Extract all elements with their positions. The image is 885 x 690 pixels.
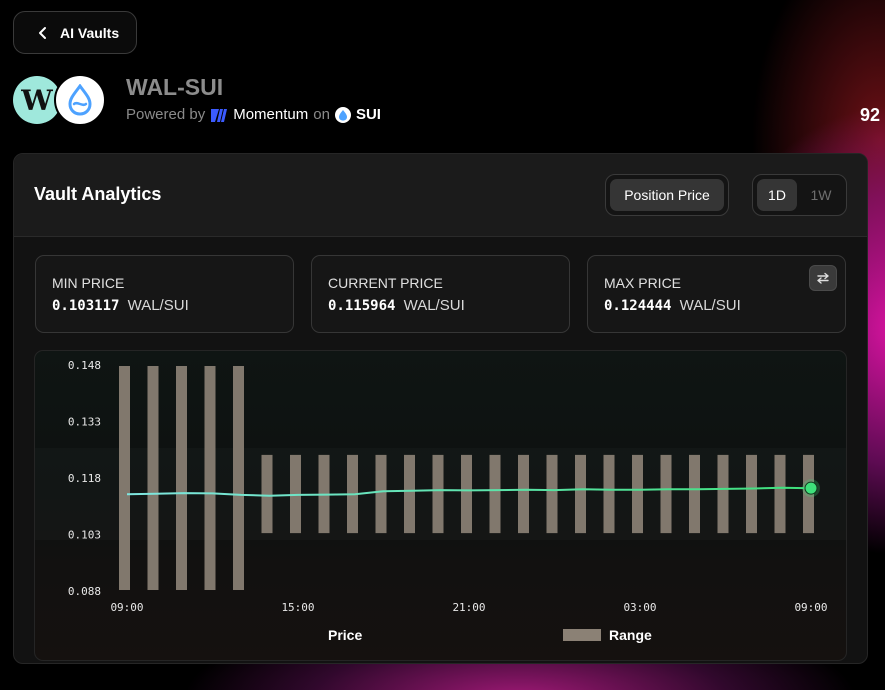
- range-bar: [204, 366, 216, 590]
- y-tick-label: 0.133: [68, 416, 101, 429]
- legend-range-label: Range: [609, 627, 652, 643]
- range-selector: 1D 1W: [752, 174, 847, 216]
- powered-by-line: Powered by Momentum on SUI: [126, 106, 381, 123]
- vault-analytics-card: Vault Analytics Position Price 1D 1W MIN…: [13, 153, 868, 664]
- position-price-chart: 0.148 0.133 0.118 0.103 0.088 09:00 15:00 21:00…: [34, 350, 847, 661]
- y-tick-label: 0.088: [68, 585, 101, 598]
- range-bar: [119, 366, 130, 590]
- range-bar: [632, 454, 643, 534]
- y-tick-label: 0.118: [68, 472, 101, 485]
- mode-selector: Position Price: [605, 174, 729, 216]
- swap-arrows-icon: [817, 272, 829, 284]
- powered-prefix: Powered by: [126, 106, 206, 123]
- max-price-value: 0.124444: [604, 298, 672, 314]
- range-bar: [717, 454, 729, 534]
- range-bar: [746, 454, 757, 534]
- chevron-left-icon: [39, 26, 46, 39]
- legend-price-label: Price: [328, 627, 362, 643]
- back-button[interactable]: AI Vaults: [13, 11, 137, 54]
- range-bar: [176, 366, 187, 590]
- max-price-card: MAX PRICE 0.124444 WAL/SUI: [587, 255, 846, 333]
- x-tick-label: 21:00: [452, 601, 485, 614]
- range-bar: [461, 454, 472, 534]
- min-price-label: MIN PRICE: [52, 275, 125, 291]
- range-bar: [432, 454, 444, 534]
- wal-token-letter: W: [21, 83, 53, 117]
- range-bar: [546, 454, 558, 534]
- current-price-value: 0.115964: [328, 298, 396, 314]
- card-title: Vault Analytics: [34, 184, 162, 204]
- y-tick-label: 0.148: [68, 359, 101, 372]
- range-bar: [404, 454, 415, 534]
- back-button-label: AI Vaults: [60, 24, 120, 41]
- x-tick-label: 09:00: [110, 601, 143, 614]
- range-bar: [147, 366, 159, 590]
- momentum-logo-icon: [211, 108, 228, 122]
- max-price-label: MAX PRICE: [604, 275, 682, 291]
- legend-range-swatch: [563, 629, 601, 641]
- range-bar: [660, 454, 672, 534]
- range-bar: [261, 454, 273, 534]
- current-price-label: CURRENT PRICE: [328, 275, 443, 291]
- position-price-tab[interactable]: Position Price: [610, 179, 724, 211]
- min-price-value-row: 0.103117 WAL/SUI: [52, 297, 189, 314]
- sui-token-icon: [54, 74, 106, 126]
- range-tab-1w[interactable]: 1W: [801, 179, 841, 211]
- range-bar: [774, 454, 786, 534]
- min-price-card: MIN PRICE 0.103117 WAL/SUI: [35, 255, 294, 333]
- swap-direction-button[interactable]: [809, 265, 837, 291]
- chain-name: SUI: [355, 106, 381, 123]
- range-bar: [575, 454, 586, 534]
- chart-svg: 0.148 0.133 0.118 0.103 0.088 09:00 15:00 21:00…: [68, 359, 828, 643]
- range-bar: [489, 454, 501, 534]
- range-bar: [375, 454, 387, 534]
- range-tab-1d[interactable]: 1D: [757, 179, 797, 211]
- current-price-card: CURRENT PRICE 0.115964 WAL/SUI: [311, 255, 570, 333]
- pair-title: WAL-SUI: [126, 74, 224, 100]
- y-tick-label: 0.103: [68, 529, 101, 542]
- sui-drop-icon: [68, 84, 92, 116]
- range-bar: [233, 366, 244, 590]
- x-tick-label: 09:00: [794, 601, 827, 614]
- current-price-unit: WAL/SUI: [403, 297, 465, 314]
- x-tick-label: 03:00: [623, 601, 656, 614]
- range-bar: [518, 454, 529, 534]
- range-bar: [689, 454, 700, 534]
- range-bar: [603, 454, 615, 534]
- x-tick-label: 15:00: [281, 601, 314, 614]
- current-price-dot: [804, 481, 818, 495]
- min-price-unit: WAL/SUI: [127, 297, 189, 314]
- top-right-number: 92: [859, 105, 880, 125]
- max-price-value-row: 0.124444 WAL/SUI: [604, 297, 741, 314]
- protocol-name: Momentum: [233, 106, 309, 123]
- max-price-unit: WAL/SUI: [679, 297, 741, 314]
- min-price-value: 0.103117: [52, 298, 120, 314]
- sui-chain-icon: [334, 106, 351, 123]
- card-header: Vault Analytics Position Price 1D 1W: [14, 154, 867, 237]
- on-text: on: [313, 106, 330, 123]
- current-price-value-row: 0.115964 WAL/SUI: [328, 297, 465, 314]
